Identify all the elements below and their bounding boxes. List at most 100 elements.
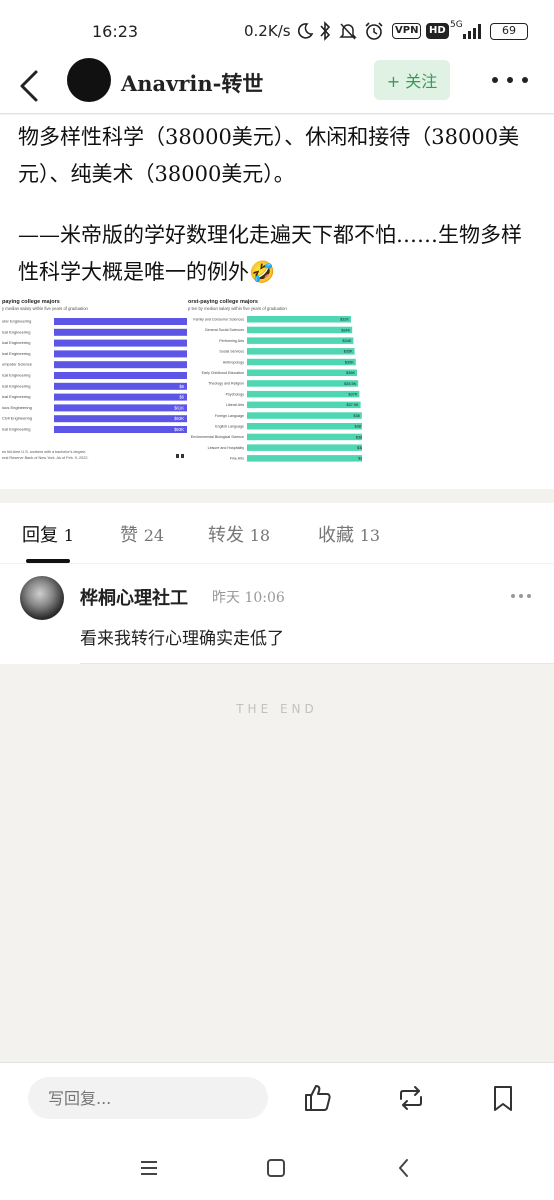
comment-item[interactable]: 桦桐心理社工 昨天 10:06 看来我转行心理确实走低了	[0, 564, 554, 664]
comment-more-icon[interactable]	[511, 594, 531, 600]
commenter-avatar[interactable]	[20, 576, 64, 620]
divider	[80, 663, 554, 664]
right-bar-value: $32K	[340, 318, 349, 322]
right-bar	[247, 390, 360, 398]
left-bar-value: $63K	[174, 416, 184, 421]
signal-icon	[462, 20, 484, 42]
right-bar-value: $36K	[346, 371, 355, 375]
post-paragraph: ——米帝版的学好数理化走遍天下都不怕……生物多样性科学大概是唯一的例外🤣	[18, 223, 522, 284]
right-bar-label: Psychology	[226, 392, 245, 396]
right-bar-label: Family and Consumer Sciences	[193, 318, 244, 322]
right-bar-label: Fine Arts	[230, 457, 244, 461]
right-bar-value: $35K	[345, 360, 354, 364]
logo-mark	[176, 454, 179, 458]
reply-input[interactable]	[28, 1077, 268, 1119]
right-bar	[247, 423, 362, 430]
right-bar	[247, 369, 357, 376]
network-speed: 0.2K/s	[244, 22, 291, 40]
right-bar-label: Leisure and Hospitality	[208, 446, 245, 450]
right-bar-value: $34K	[341, 328, 350, 332]
right-bar-value: $37K	[349, 393, 358, 397]
interaction-tabs: 回复 1 赞 24 转发 18 收藏 13	[0, 503, 554, 567]
tab-likes[interactable]: 赞 24	[120, 521, 164, 547]
menu-icon[interactable]	[137, 1156, 161, 1180]
left-chart-subtitle: y median salary within five years of gra…	[2, 306, 89, 311]
right-bar	[247, 358, 356, 366]
battery-icon: 69	[490, 20, 528, 42]
author-avatar[interactable]	[67, 58, 111, 102]
left-bar-label: ical Engineering	[2, 373, 30, 378]
right-bar	[247, 433, 362, 441]
back-arrow-icon[interactable]	[16, 66, 44, 106]
left-bar-label: ical Engineering	[2, 394, 30, 399]
bookmark-icon[interactable]	[486, 1081, 520, 1115]
logo-mark	[181, 454, 184, 458]
left-bar-label: ical Engineering	[2, 427, 30, 432]
alarm-icon	[364, 20, 384, 42]
left-bar	[54, 404, 187, 412]
post-content: 物多样性科学（38000美元）、休闲和接待（38000美元）、纯美术（38000…	[0, 115, 554, 489]
right-bar	[247, 326, 353, 334]
right-bar-label: Early Childhood Education	[202, 371, 244, 375]
left-chart-title: paying college majors	[2, 299, 60, 305]
right-bar-value: $38	[353, 414, 359, 418]
right-bar	[247, 412, 362, 419]
tab-reposts[interactable]: 转发 18	[208, 521, 270, 547]
right-bar	[247, 401, 361, 409]
left-bar-value: $63K	[174, 427, 184, 432]
left-bar	[54, 382, 187, 390]
left-footnote: es full-time U.S. workers with a bachelo…	[2, 450, 86, 454]
right-bar-value: $38	[356, 435, 362, 439]
commenter-name[interactable]: 桦桐心理社工	[80, 584, 188, 610]
end-marker: THE END	[236, 702, 318, 716]
right-bar	[247, 444, 362, 451]
left-bar	[54, 328, 187, 336]
repost-icon[interactable]	[394, 1081, 428, 1115]
left-bar	[54, 415, 187, 423]
left-bar-value: $6	[179, 395, 184, 400]
post-paragraph: 物多样性科学（38000美元）、休闲和接待（38000美元）、纯美术（38000…	[18, 125, 520, 186]
left-bar	[54, 339, 187, 347]
right-bar-value: $34K	[343, 339, 352, 343]
home-icon[interactable]	[264, 1156, 288, 1180]
right-bar-label: General Social Sciences	[205, 328, 244, 332]
vpn-badge: VPN	[392, 20, 422, 42]
system-nav-bar	[0, 1138, 554, 1200]
left-bar-label: ious Engineering	[2, 405, 32, 410]
left-bar	[54, 372, 187, 379]
right-bar-label: Theology and Religion	[208, 382, 244, 386]
hd-badge: HD	[426, 20, 449, 42]
left-bar-label: omputer Science	[2, 362, 33, 367]
post-image[interactable]: paying college majors y median salary wit…	[0, 297, 362, 469]
right-bar	[247, 337, 354, 344]
left-bar	[54, 361, 187, 369]
bluetooth-icon	[318, 20, 332, 42]
more-options-icon[interactable]	[492, 68, 528, 92]
tab-replies[interactable]: 回复 1	[22, 521, 74, 547]
right-bar	[247, 455, 362, 462]
top-bar: Anavrin-转世 + 关注	[0, 58, 554, 114]
right-bar-label: Anthropology	[223, 360, 244, 364]
tab-favorites[interactable]: 收藏 13	[318, 521, 380, 547]
like-icon[interactable]	[300, 1081, 334, 1115]
right-bar-label: Social Services	[219, 350, 244, 354]
left-bar	[54, 318, 187, 325]
left-bar-value: $6	[179, 384, 184, 389]
status-time: 16:23	[92, 22, 139, 41]
right-bar-value: $38	[355, 425, 361, 429]
right-bar-value: $37.5K	[347, 403, 360, 407]
comment-text: 看来我转行心理确实走低了	[80, 629, 284, 649]
left-bar	[54, 426, 187, 433]
right-bar-label: Environmental Biological Science	[191, 435, 244, 439]
right-chart-subtitle: p ten by median salary within five years…	[188, 306, 287, 311]
left-bar-label: Civil Engineering	[2, 416, 32, 421]
moon-icon	[296, 20, 314, 42]
follow-button[interactable]: + 关注	[374, 60, 450, 100]
left-bar-label: uter Engineering	[2, 319, 31, 324]
salary-chart-image: paying college majorsy median salary wit…	[2, 299, 362, 462]
right-bar-value: $35.5K	[344, 382, 357, 386]
author-name[interactable]: Anavrin-转世	[121, 68, 263, 98]
mute-bell-icon	[338, 20, 358, 42]
right-chart-title: orst-paying college majors	[188, 299, 258, 305]
nav-back-icon[interactable]	[392, 1156, 416, 1180]
